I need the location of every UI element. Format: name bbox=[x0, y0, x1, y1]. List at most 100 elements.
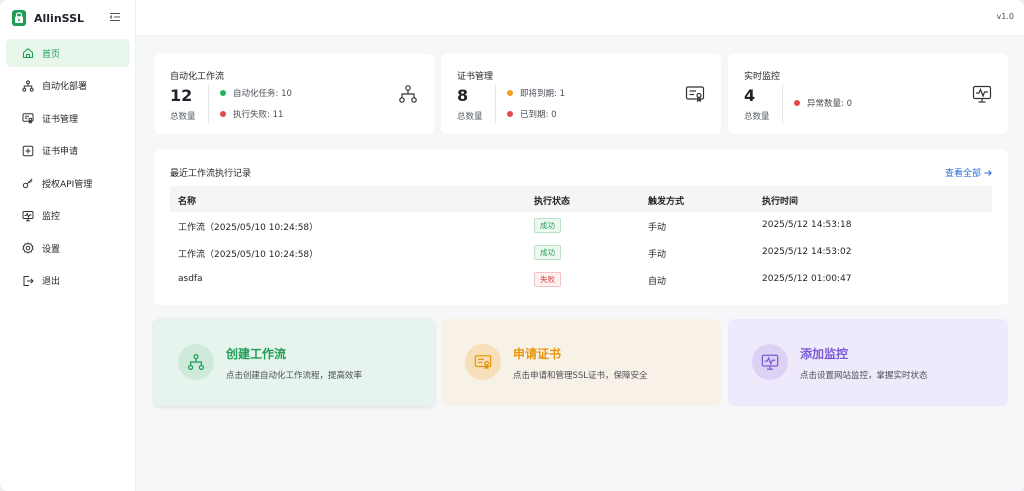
certificate-icon bbox=[685, 84, 705, 104]
home-icon bbox=[22, 47, 34, 59]
stat-subtitle: 总数量 bbox=[457, 112, 483, 122]
sidebar-item-cert-apply[interactable]: 证书申请 bbox=[6, 137, 130, 165]
cell-name: 工作流（2025/05/10 10:24:58） bbox=[178, 250, 319, 260]
workflow-icon bbox=[398, 84, 418, 104]
sidebar-item-auto-deploy[interactable]: 自动化部署 bbox=[6, 72, 130, 100]
stat-line-auto-tasks: 自动化任务: 10 bbox=[220, 87, 292, 99]
table-header: 名称 执行状态 触发方式 执行时间 bbox=[170, 186, 992, 212]
certificate-icon bbox=[22, 112, 34, 124]
stat-divider bbox=[208, 84, 209, 124]
stat-count: 4 bbox=[744, 86, 756, 105]
cell-time: 2025/5/12 14:53:18 bbox=[762, 220, 852, 230]
stat-subtitle: 总数量 bbox=[170, 112, 196, 122]
view-all-link[interactable]: 查看全部 bbox=[945, 166, 992, 179]
sidebar-item-label: 证书管理 bbox=[42, 114, 79, 125]
sidebar-item-home[interactable]: 首页 bbox=[6, 39, 130, 67]
stat-line-text: 已到期: 0 bbox=[520, 110, 557, 120]
sidebar-item-api-auth[interactable]: 授权API管理 bbox=[6, 169, 130, 197]
app-window: AllinSSL 首页 自动化部署 证书管理 证书申请 授权API管理 监控 设… bbox=[0, 0, 1024, 491]
column-header-trigger: 触发方式 bbox=[648, 197, 685, 207]
brand: AllinSSL bbox=[12, 9, 84, 27]
plus-square-icon bbox=[22, 145, 34, 157]
workflow-icon bbox=[178, 344, 214, 380]
column-header-name: 名称 bbox=[178, 197, 197, 207]
stat-line-expired: 已到期: 0 bbox=[507, 108, 556, 120]
stat-title: 实时监控 bbox=[744, 72, 781, 82]
certificate-icon bbox=[465, 344, 501, 380]
sidebar-item-label: 授权API管理 bbox=[42, 179, 93, 190]
apply-certificate-card[interactable]: 申请证书 点击申请和管理SSL证书，保障安全 bbox=[441, 319, 721, 406]
action-title: 申请证书 bbox=[513, 347, 562, 361]
sidebar-item-label: 首页 bbox=[42, 49, 61, 60]
add-monitor-card[interactable]: 添加监控 点击设置网站监控，掌握实时状态 bbox=[728, 319, 1008, 406]
sidebar-nav: 首页 自动化部署 证书管理 证书申请 授权API管理 监控 设置 退出 bbox=[6, 39, 130, 299]
stat-line-failed: 执行失败: 11 bbox=[220, 108, 283, 120]
status-dot-orange bbox=[507, 90, 513, 96]
stat-divider bbox=[782, 84, 783, 124]
main-content: v1.0 自动化工作流 12 总数量 自动化任务: 10 执行失败: 11 证书… bbox=[136, 0, 1024, 491]
stat-title: 证书管理 bbox=[457, 72, 494, 82]
status-badge: 失败 bbox=[534, 272, 561, 287]
create-workflow-card[interactable]: 创建工作流 点击创建自动化工作流程，提高效率 bbox=[154, 319, 434, 406]
table-row[interactable]: asdfa 失败 自动 2025/5/12 01:00:47 bbox=[170, 266, 992, 293]
cell-trigger: 手动 bbox=[648, 250, 667, 260]
stat-subtitle: 总数量 bbox=[744, 112, 770, 122]
stat-line-text: 自动化任务: 10 bbox=[233, 89, 292, 99]
table-row[interactable]: 工作流（2025/05/10 10:24:58） 成功 手动 2025/5/12… bbox=[170, 239, 992, 266]
brand-logo-icon bbox=[12, 10, 26, 26]
section-title: 最近工作流执行记录 bbox=[170, 169, 252, 179]
cell-trigger: 手动 bbox=[648, 223, 667, 233]
status-dot-red bbox=[507, 111, 513, 117]
column-header-status: 执行状态 bbox=[534, 197, 571, 207]
key-icon bbox=[22, 177, 34, 189]
monitor-icon bbox=[752, 344, 788, 380]
status-badge: 成功 bbox=[534, 218, 561, 233]
workflow-icon bbox=[22, 79, 34, 92]
brand-name: AllinSSL bbox=[34, 11, 85, 25]
sidebar-item-logout[interactable]: 退出 bbox=[6, 267, 130, 295]
table-row[interactable]: 工作流（2025/05/10 10:24:58） 成功 手动 2025/5/12… bbox=[170, 212, 992, 239]
stat-line-text: 即将到期: 1 bbox=[520, 89, 565, 99]
action-title: 添加监控 bbox=[800, 347, 849, 361]
version-label: v1.0 bbox=[996, 12, 1014, 21]
stat-title: 自动化工作流 bbox=[170, 72, 225, 82]
logout-icon bbox=[22, 275, 34, 287]
monitor-icon bbox=[22, 210, 34, 222]
sidebar-item-label: 证书申请 bbox=[42, 147, 79, 157]
stat-card-workflow[interactable]: 自动化工作流 12 总数量 自动化任务: 10 执行失败: 11 bbox=[154, 54, 434, 134]
status-dot-green bbox=[220, 90, 226, 96]
sidebar-item-label: 自动化部署 bbox=[42, 82, 88, 92]
stat-divider bbox=[495, 84, 496, 124]
stat-card-monitor[interactable]: 实时监控 4 总数量 异常数量: 0 bbox=[728, 54, 1008, 134]
stat-line-text: 执行失败: 11 bbox=[233, 110, 284, 120]
cell-name: 工作流（2025/05/10 10:24:58） bbox=[178, 223, 319, 233]
sidebar-item-label: 监控 bbox=[42, 212, 61, 222]
stat-count: 12 bbox=[170, 86, 193, 105]
stat-card-certs[interactable]: 证书管理 8 总数量 即将到期: 1 已到期: 0 bbox=[441, 54, 721, 134]
column-header-time: 执行时间 bbox=[762, 197, 799, 207]
arrow-right-icon bbox=[984, 169, 992, 177]
stat-line-text: 异常数量: 0 bbox=[807, 99, 852, 109]
status-dot-red bbox=[794, 100, 800, 106]
action-description: 点击创建自动化工作流程，提高效率 bbox=[226, 371, 363, 381]
sidebar: AllinSSL 首页 自动化部署 证书管理 证书申请 授权API管理 监控 设… bbox=[0, 0, 136, 491]
stat-line-abnormal: 异常数量: 0 bbox=[794, 97, 852, 109]
sidebar-item-settings[interactable]: 设置 bbox=[6, 234, 130, 262]
view-all-label: 查看全部 bbox=[944, 169, 981, 179]
gear-icon bbox=[22, 242, 34, 254]
cell-time: 2025/5/12 01:00:47 bbox=[762, 274, 852, 284]
cell-name: asdfa bbox=[178, 274, 203, 284]
collapse-menu-icon[interactable] bbox=[108, 10, 122, 24]
stat-count: 8 bbox=[457, 86, 469, 105]
action-description: 点击申请和管理SSL证书，保障安全 bbox=[513, 371, 648, 381]
monitor-icon bbox=[972, 84, 992, 104]
action-description: 点击设置网站监控，掌握实时状态 bbox=[800, 371, 928, 381]
sidebar-item-monitor[interactable]: 监控 bbox=[6, 202, 130, 230]
sidebar-item-cert-manage[interactable]: 证书管理 bbox=[6, 104, 130, 132]
top-bar: v1.0 bbox=[136, 0, 1024, 36]
stat-line-expiring: 即将到期: 1 bbox=[507, 87, 565, 99]
action-title: 创建工作流 bbox=[226, 347, 287, 361]
sidebar-item-label: 退出 bbox=[42, 277, 61, 287]
status-badge: 成功 bbox=[534, 245, 561, 260]
cell-time: 2025/5/12 14:53:02 bbox=[762, 247, 852, 257]
